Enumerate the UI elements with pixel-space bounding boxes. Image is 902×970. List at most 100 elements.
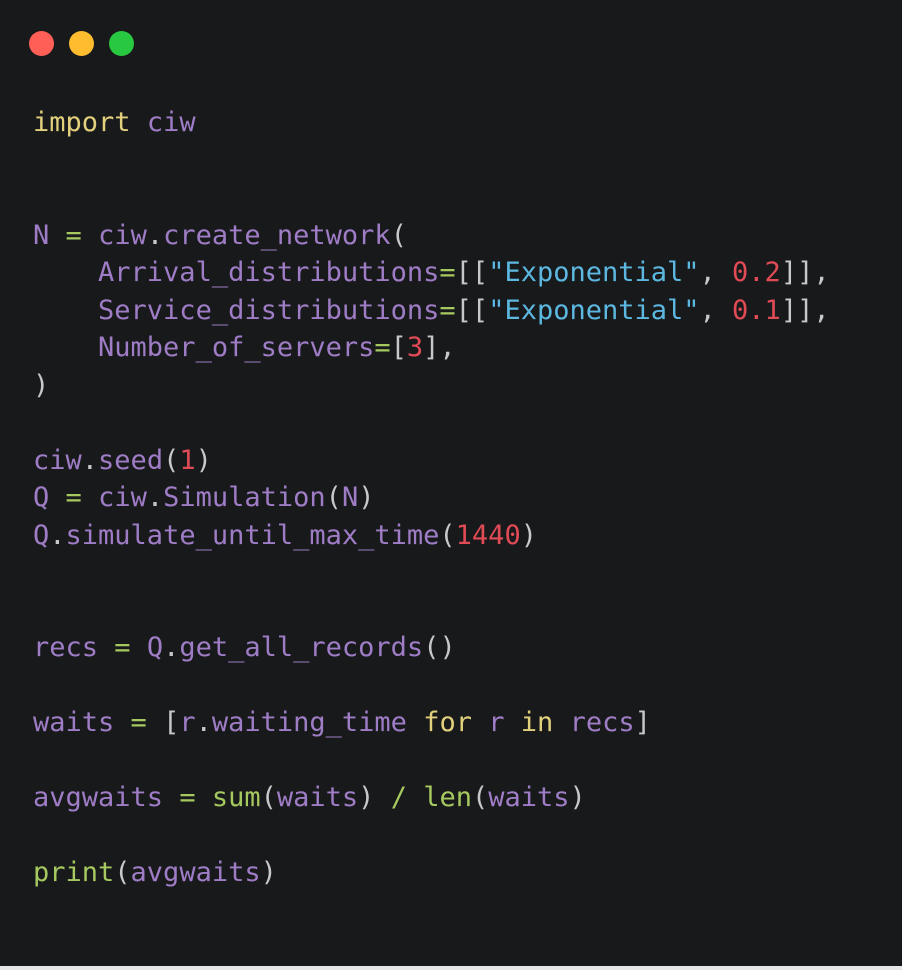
code-line: import ciw [33, 104, 830, 142]
code-token: Service_distributions [98, 294, 440, 326]
maximize-icon[interactable] [109, 31, 134, 56]
code-token: () [423, 632, 456, 663]
code-token: = [114, 632, 131, 663]
code-token: "Exponential" [488, 257, 700, 288]
code-token: N [33, 219, 50, 251]
code-token: N [341, 482, 359, 513]
code-token: waiting_time [211, 707, 407, 738]
code-token: ( [472, 782, 489, 813]
code-token: seed [98, 444, 164, 476]
code-token: = [374, 332, 391, 363]
code-token: Q [146, 632, 164, 663]
code-token: ( [114, 857, 131, 888]
code-token: recs [569, 707, 635, 738]
code-block: import ciw N = ciw.create_network( Arriva… [33, 104, 830, 892]
code-line: ciw.seed(1) [33, 442, 830, 480]
code-token: Arrival_distributions [98, 257, 440, 288]
code-line: Q = ciw.Simulation(N) [33, 479, 830, 517]
code-token: = [130, 707, 147, 738]
code-line: Service_distributions=[["Exponential", 0… [33, 292, 830, 330]
code-token: "Exponential" [488, 294, 700, 326]
code-token: avgwaits [33, 782, 164, 813]
code-token: = [65, 219, 82, 251]
code-token: simulate_until_max_time [65, 519, 440, 551]
code-token: [ [390, 332, 407, 363]
code-token: ]], [780, 257, 830, 288]
code-token: ) [260, 857, 277, 888]
code-token: get_all_records [179, 632, 424, 663]
code-token: 3 [406, 332, 424, 363]
code-token: ) [358, 482, 375, 513]
code-token: import [33, 107, 131, 138]
code-token: 1 [179, 444, 196, 476]
code-line: Number_of_servers=[3], [33, 329, 830, 367]
code-token: in [520, 707, 554, 738]
code-token: waits [276, 782, 359, 813]
code-token: ], [423, 332, 456, 363]
code-token: . [163, 632, 180, 663]
code-token: sum [211, 782, 261, 813]
code-token: . [49, 519, 66, 551]
code-token: = [439, 294, 456, 326]
code-token: len [423, 782, 472, 813]
code-token: 0.1 [732, 294, 781, 326]
code-line: Q.simulate_until_max_time(1440) [33, 517, 830, 555]
code-line: print(avgwaits) [33, 854, 830, 892]
code-token: ) [358, 782, 391, 813]
code-token: ciw [98, 482, 147, 513]
code-line: Arrival_distributions=[["Exponential", 0… [33, 254, 830, 292]
code-token: ( [260, 782, 277, 813]
code-token: ) [33, 369, 50, 401]
code-token: = [65, 482, 82, 513]
code-token: . [81, 444, 99, 476]
code-token: ( [390, 219, 407, 251]
code-token: 0.2 [732, 257, 781, 288]
code-token: . [146, 482, 164, 513]
code-line: N = ciw.create_network( [33, 217, 830, 255]
code-token: 1440 [455, 519, 521, 551]
minimize-icon[interactable] [69, 31, 94, 56]
code-line: waits = [r.waiting_time for r in recs] [33, 704, 830, 742]
code-token: . [146, 219, 164, 251]
code-token: ( [439, 519, 456, 551]
code-token: ) [569, 782, 586, 813]
code-token: ( [325, 482, 342, 513]
code-token: create_network [163, 219, 391, 251]
code-line: ) [33, 367, 830, 405]
code-token: = [439, 257, 456, 288]
code-token: waits [488, 782, 570, 813]
code-token: [ [163, 707, 180, 738]
code-token: Q [33, 482, 50, 513]
code-token: [[ [455, 294, 489, 326]
code-token: [[ [455, 257, 489, 288]
code-token: Q [33, 519, 50, 551]
code-token: Number_of_servers [98, 332, 375, 363]
code-token: for [423, 707, 472, 738]
close-icon[interactable] [29, 31, 54, 56]
